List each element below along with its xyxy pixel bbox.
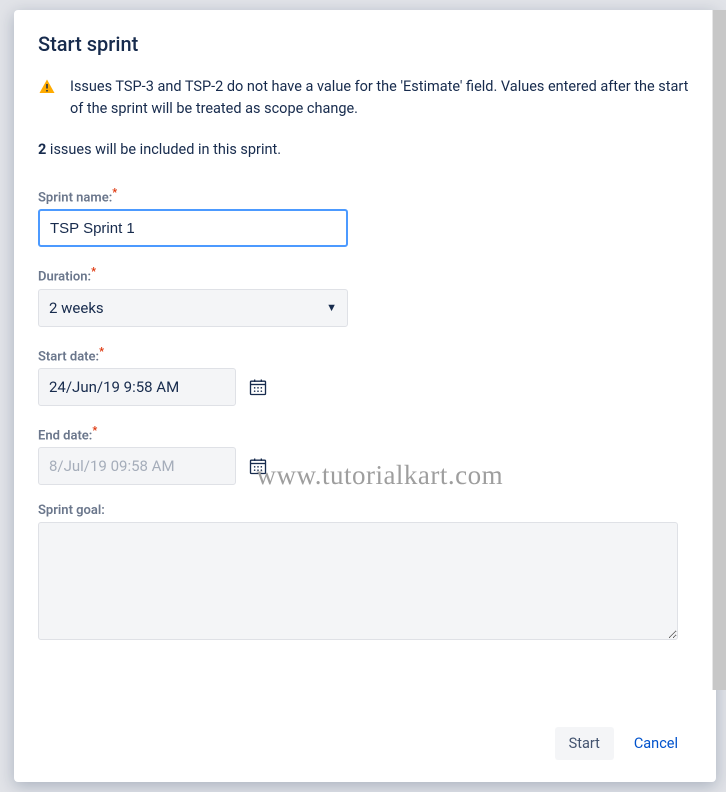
- scrollbar-track[interactable]: [712, 10, 726, 690]
- warning-row: Issues TSP-3 and TSP-2 do not have a val…: [38, 76, 692, 121]
- end-date-label: End date:*: [38, 424, 692, 443]
- warning-icon: [38, 78, 56, 96]
- sprint-goal-label: Sprint goal:: [38, 503, 692, 518]
- start-date-input[interactable]: 24/Jun/19 9:58 AM: [38, 368, 236, 406]
- start-date-label: Start date:*: [38, 345, 692, 364]
- cancel-button[interactable]: Cancel: [620, 727, 692, 760]
- end-date-field: End date:* 8/Jul/19 09:58 AM: [38, 424, 692, 485]
- required-star: *: [99, 345, 104, 358]
- sprint-goal-field: Sprint goal:: [38, 503, 692, 644]
- end-date-label-text: End date:: [38, 428, 92, 443]
- required-star: *: [112, 186, 117, 199]
- warning-text: Issues TSP-3 and TSP-2 do not have a val…: [70, 76, 692, 121]
- duration-label-text: Duration:: [38, 270, 91, 285]
- sprint-name-label: Sprint name:*: [38, 186, 692, 205]
- sprint-name-field: Sprint name:*: [38, 186, 692, 247]
- issue-count-row: 2 issues will be included in this sprint…: [38, 141, 692, 158]
- calendar-icon[interactable]: [248, 377, 268, 397]
- modal-body: Start sprint Issues TSP-3 and TSP-2 do n…: [14, 10, 716, 713]
- sprint-goal-textarea[interactable]: [38, 522, 678, 640]
- issue-count-suffix: issues will be included in this sprint.: [46, 141, 281, 158]
- start-date-field: Start date:* 24/Jun/19 9:58 AM: [38, 345, 692, 406]
- modal-title: Start sprint: [38, 32, 692, 56]
- calendar-icon[interactable]: [248, 456, 268, 476]
- start-date-label-text: Start date:: [38, 349, 99, 364]
- required-star: *: [92, 424, 97, 437]
- duration-field: Duration:* 2 weeks ▼: [38, 265, 692, 326]
- start-sprint-modal: Start sprint Issues TSP-3 and TSP-2 do n…: [14, 10, 716, 782]
- scrollbar-thumb[interactable]: [713, 10, 726, 690]
- duration-value: 2 weeks: [49, 299, 104, 317]
- sprint-name-input[interactable]: [38, 209, 348, 247]
- required-star: *: [91, 265, 96, 278]
- start-button[interactable]: Start: [555, 727, 614, 760]
- end-date-value: 8/Jul/19 09:58 AM: [49, 457, 175, 475]
- end-date-input[interactable]: 8/Jul/19 09:58 AM: [38, 447, 236, 485]
- sprint-name-label-text: Sprint name:: [38, 190, 112, 205]
- duration-select[interactable]: 2 weeks ▼: [38, 289, 348, 327]
- start-date-value: 24/Jun/19 9:58 AM: [49, 378, 179, 396]
- modal-footer: Start Cancel: [14, 713, 716, 782]
- duration-label: Duration:*: [38, 265, 692, 284]
- chevron-down-icon: ▼: [326, 301, 337, 314]
